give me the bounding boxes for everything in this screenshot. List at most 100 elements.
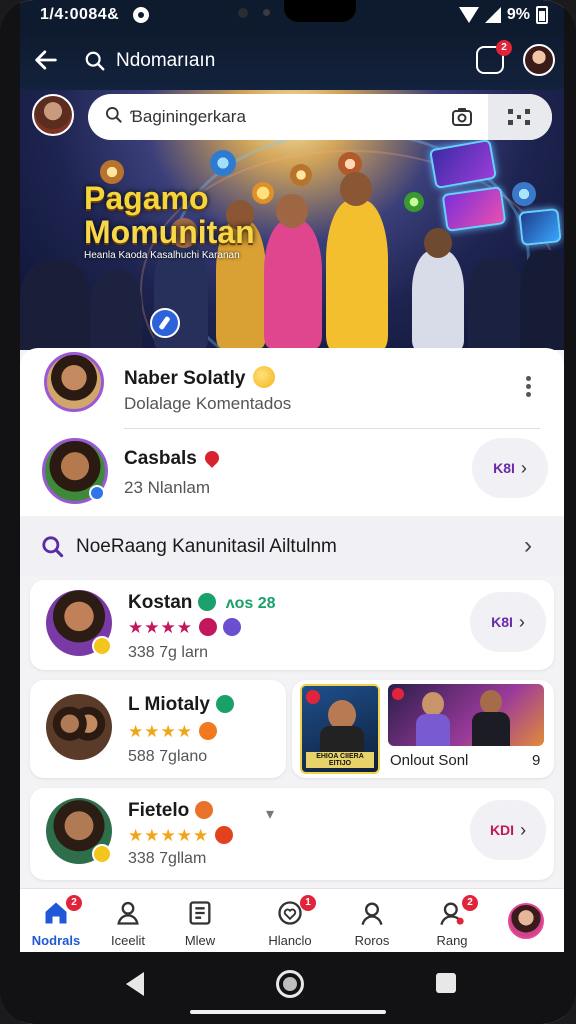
person-head	[340, 172, 372, 206]
camera-lens-icon	[238, 8, 248, 18]
media-thumbnail[interactable]	[388, 684, 544, 746]
rank-icon	[198, 722, 217, 740]
thumbnail-body	[416, 714, 450, 746]
kebab-menu-icon[interactable]	[524, 376, 532, 398]
crowd-silhouette	[20, 260, 90, 350]
nav-item-account[interactable]	[492, 889, 564, 953]
profile-icon	[361, 902, 383, 925]
thumbnail-caption: EHIOA CIIERA EITIJO	[306, 752, 374, 768]
floating-media-card	[518, 208, 562, 246]
media-card[interactable]: EHIOA CIIERA EITIJO Onlout Sonl 9	[292, 680, 554, 778]
live-icon	[306, 690, 320, 704]
bottom-navigation: 2 Nodrals Iceelit Mlew 1 Hlanclo Roros 2…	[20, 888, 564, 952]
list-avatar	[46, 694, 112, 760]
divider	[124, 428, 540, 429]
community-row-title: Naber Solatly	[124, 366, 276, 390]
crowd-silhouette	[520, 250, 564, 350]
back-arrow-icon	[35, 50, 57, 70]
community-search-label: NoeRaang Kanunitasil Ailtulnm	[76, 536, 337, 557]
media-card-caption: Onlout Sonl	[390, 752, 469, 769]
chevron-right-icon: ›	[524, 532, 532, 559]
rank-icon	[198, 618, 217, 636]
rating-stars: ★★★★★	[128, 826, 234, 846]
system-recents-icon[interactable]	[436, 973, 456, 993]
hero-subtitle: Heanla Kaoda Kasalhuchi Karanan	[84, 250, 240, 261]
list-item-tag: ʌos 28	[225, 595, 276, 612]
casbals-avatar[interactable]	[42, 438, 108, 504]
app-search-button[interactable]: Ndomarıaın	[84, 46, 215, 76]
floating-bubble	[512, 182, 536, 206]
nav-item-favorites[interactable]: 1 Hlanclo	[254, 889, 326, 953]
nav-label: Mlew	[184, 933, 216, 948]
list-item-action-button[interactable]: K8I ›	[470, 592, 546, 652]
person-figure	[412, 250, 464, 350]
edit-icon[interactable]	[150, 308, 180, 338]
list-item-title-text: Kostan	[128, 592, 193, 613]
search-icon	[85, 51, 105, 71]
nav-item-rank[interactable]: 2 Rang	[416, 889, 488, 953]
nav-badge: 2	[66, 895, 82, 911]
nav-item-people[interactable]: Iceelit	[92, 889, 164, 953]
list-item-subtitle: 338 7g larn	[128, 644, 209, 661]
account-avatar[interactable]	[523, 44, 555, 76]
nav-item-home[interactable]: 2 Nodrals	[20, 889, 92, 953]
list-item[interactable]: L Miotaly ★★★★ 588 7glano	[30, 680, 286, 778]
chevron-right-icon: ›	[518, 611, 525, 632]
floating-bubble	[404, 192, 424, 212]
list-item-action-label: K8I	[491, 614, 513, 630]
list-item-subtitle: 588 7glano	[128, 748, 208, 765]
person-head	[276, 194, 308, 228]
list-item-action-label: KDI	[489, 822, 515, 838]
community-search-row[interactable]: NoeRaang Kanunitasil Ailtulnm ›	[20, 518, 564, 576]
rating-stars: ★★★★	[128, 722, 217, 742]
hero-title-line1: Pagamo	[84, 180, 209, 216]
badge-icon	[198, 593, 217, 611]
hero-search-placeholder: Ɓaginingerkara	[130, 107, 246, 126]
verified-icon	[89, 485, 105, 501]
message-button[interactable]: 2	[476, 40, 512, 74]
emoji-icon	[253, 366, 276, 388]
casbals-action-button[interactable]: K8I ›	[472, 438, 548, 498]
crowd-silhouette	[468, 258, 524, 350]
list-item[interactable]: Fietelo ▾ ★★★★★ 338 7gllam KDI ›	[30, 788, 554, 880]
nav-badge: 2	[462, 895, 478, 911]
pin-icon: ▾	[266, 806, 275, 823]
badge-icon	[216, 695, 234, 713]
list-avatar	[46, 590, 112, 656]
list-item[interactable]: Kostan ʌos 28 ★★★★ 338 7g larn K8I ›	[30, 580, 554, 670]
nav-label: Hlanclo	[268, 933, 312, 948]
floating-bubble	[210, 150, 236, 176]
list-item-action-button[interactable]: KDI ›	[470, 800, 546, 860]
hero-search-bar[interactable]: Ɓaginingerkara	[88, 94, 552, 140]
list-item-subtitle: 338 7gllam	[128, 850, 207, 867]
floating-bubble	[252, 182, 274, 204]
community-avatar[interactable]	[44, 352, 104, 412]
screen: 1/4:0084& 9% Ndomarıaın 2 Ɓaginingerkara…	[20, 0, 564, 1024]
camera-notch	[284, 0, 356, 22]
nav-item-news[interactable]: Mlew	[164, 889, 236, 953]
media-thumbnail[interactable]: EHIOA CIIERA EITIJO	[300, 684, 380, 774]
user-avatar[interactable]	[32, 94, 74, 136]
home-indicator	[190, 1010, 386, 1014]
community-card: Naber Solatly Dolalage Komentados Casbal…	[20, 348, 564, 516]
rank-icon	[215, 826, 234, 844]
casbals-title-text: Casbals	[124, 448, 197, 469]
person-figure	[326, 200, 388, 350]
list-item-title-text: L Miotaly	[128, 694, 210, 715]
system-home-icon[interactable]	[276, 970, 304, 998]
status-bar: 1/4:0084& 9%	[20, 0, 564, 32]
nav-label: Nodrals	[31, 933, 81, 948]
casbals-title: Casbals	[124, 448, 222, 470]
search-icon	[42, 536, 64, 558]
back-button[interactable]	[32, 46, 60, 74]
account-avatar	[508, 903, 544, 939]
floating-bubble	[290, 164, 312, 186]
camera-icon[interactable]	[450, 105, 474, 129]
list-item-title: L Miotaly	[128, 694, 234, 716]
system-back-icon[interactable]	[126, 972, 144, 996]
nav-item-profile[interactable]: Roros	[336, 889, 408, 953]
scan-button[interactable]	[488, 94, 552, 140]
news-icon	[189, 901, 211, 925]
wifi-icon	[458, 7, 479, 23]
crowd-silhouette	[90, 270, 142, 350]
